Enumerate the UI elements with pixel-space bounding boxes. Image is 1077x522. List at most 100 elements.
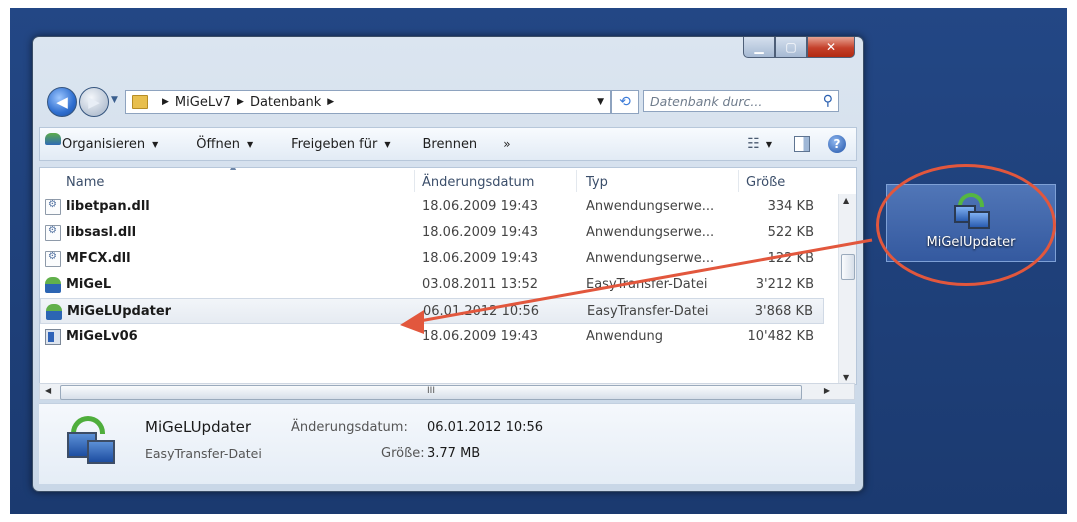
- file-size: 522 KB: [767, 225, 814, 240]
- preview-pane-icon[interactable]: [794, 136, 810, 152]
- recent-pages-dropdown[interactable]: ▼: [111, 95, 118, 105]
- refresh-icon: ⟲: [619, 94, 631, 110]
- column-divider[interactable]: [576, 170, 577, 192]
- file-type: Anwendungserwe...: [586, 199, 715, 214]
- chevron-down-icon: ▼: [384, 139, 391, 149]
- vertical-scrollbar[interactable]: ▲ ▼: [838, 194, 856, 384]
- organize-menu[interactable]: Organisieren ▼: [52, 137, 168, 152]
- folder-icon: [132, 95, 148, 109]
- breadcrumb-migelv7[interactable]: MiGeLv7: [175, 95, 231, 110]
- easytransfer-icon: [45, 277, 61, 293]
- scroll-down-icon[interactable]: ▼: [843, 373, 849, 382]
- column-name[interactable]: Name: [66, 175, 104, 190]
- scroll-right-icon[interactable]: ▶: [824, 386, 830, 395]
- file-size: 122 KB: [767, 251, 814, 266]
- file-name: MiGeLUpdater: [67, 304, 172, 319]
- details-date-label: Änderungsdatum:: [291, 420, 408, 435]
- scroll-left-icon[interactable]: ◀: [45, 386, 51, 395]
- maximize-icon: ▢: [785, 40, 797, 54]
- file-date: 06.01.2012 10:56: [423, 304, 540, 319]
- help-icon[interactable]: ?: [828, 135, 846, 153]
- file-name: MiGeLv06: [66, 329, 138, 344]
- column-type[interactable]: Typ: [586, 175, 608, 190]
- breadcrumb-chevron-icon[interactable]: ▶: [237, 97, 244, 107]
- explorer-window[interactable]: ▁ ▢ ✕ ◀ ▶ ▼ ▶ MiGeLv7 ▶ Datenbank ▶ ▼ ⟲ Da…: [32, 36, 864, 492]
- file-type: EasyTransfer-Datei: [586, 277, 708, 292]
- share-label: Freigeben für: [291, 136, 378, 152]
- forward-arrow-icon: ▶: [88, 93, 100, 111]
- share-menu[interactable]: Freigeben für ▼: [281, 137, 400, 152]
- back-button[interactable]: ◀: [47, 87, 77, 117]
- chevron-down-icon[interactable]: ▼: [766, 140, 772, 149]
- file-size: 3'868 KB: [754, 304, 813, 319]
- minimize-button[interactable]: ▁: [743, 37, 775, 58]
- column-header: ▲ Name Änderungsdatum Typ Größe: [40, 168, 856, 194]
- details-pane: MiGeLUpdater EasyTransfer-Datei Änderung…: [39, 403, 855, 484]
- file-date: 03.08.2011 13:52: [422, 277, 539, 292]
- search-icon[interactable]: ⚲: [823, 93, 833, 109]
- file-row-selected[interactable]: MiGeLUpdater 06.01.2012 10:56 EasyTransf…: [40, 298, 824, 324]
- breadcrumb-chevron-icon[interactable]: ▶: [327, 97, 334, 107]
- more-label: »: [503, 137, 511, 151]
- file-date: 18.06.2009 19:43: [422, 199, 539, 214]
- burn-label: Brennen: [422, 136, 478, 152]
- file-date: 18.06.2009 19:43: [422, 251, 539, 266]
- file-type: Anwendungserwe...: [586, 225, 715, 240]
- details-size-value: 3.77 MB: [427, 446, 481, 461]
- easytransfer-icon: [45, 133, 61, 145]
- file-row[interactable]: libetpan.dll 18.06.2009 19:43 Anwendungs…: [40, 194, 824, 220]
- open-label: Öffnen: [196, 136, 240, 152]
- search-placeholder: Datenbank durc...: [650, 93, 763, 109]
- close-button[interactable]: ✕: [807, 37, 855, 58]
- details-size-label: Größe:: [381, 446, 425, 461]
- file-size: 334 KB: [767, 199, 814, 214]
- file-date: 18.06.2009 19:43: [422, 329, 539, 344]
- scroll-up-icon[interactable]: ▲: [843, 196, 849, 205]
- maximize-button[interactable]: ▢: [775, 37, 807, 58]
- file-size: 3'212 KB: [755, 277, 814, 292]
- close-icon: ✕: [825, 40, 837, 54]
- easytransfer-large-icon: [61, 414, 117, 470]
- file-row[interactable]: libsasl.dll 18.06.2009 19:43 Anwendungse…: [40, 220, 824, 246]
- burn-button[interactable]: Brennen: [412, 137, 487, 152]
- details-file-name: MiGeLUpdater: [145, 418, 252, 436]
- file-type: Anwendung: [586, 329, 663, 344]
- search-box[interactable]: Datenbank durc... ⚲: [643, 90, 839, 112]
- vertical-scroll-thumb[interactable]: [841, 254, 855, 280]
- minimize-icon: ▁: [754, 40, 764, 54]
- file-row[interactable]: MiGeL 03.08.2011 13:52 EasyTransfer-Date…: [40, 272, 824, 298]
- organize-label: Organisieren: [62, 136, 146, 152]
- horizontal-scroll-thumb[interactable]: III: [60, 385, 802, 400]
- navigation-bar: ◀ ▶ ▼ ▶ MiGeLv7 ▶ Datenbank ▶ ▼ ⟲ Datenban…: [45, 87, 853, 117]
- file-list[interactable]: ▲ Name Änderungsdatum Typ Größe libetpan…: [39, 167, 857, 385]
- file-name: libetpan.dll: [66, 199, 150, 214]
- file-row[interactable]: MFCX.dll 18.06.2009 19:43 Anwendungserwe…: [40, 246, 824, 272]
- details-file-type: EasyTransfer-Datei: [145, 446, 262, 461]
- back-arrow-icon: ◀: [56, 93, 68, 111]
- chevron-down-icon: ▼: [246, 139, 254, 149]
- caption-buttons: ▁ ▢ ✕: [743, 37, 855, 58]
- address-bar[interactable]: ▶ MiGeLv7 ▶ Datenbank ▶ ▼: [125, 90, 611, 114]
- breadcrumb-chevron-icon[interactable]: ▶: [162, 97, 169, 107]
- easytransfer-icon: [46, 304, 62, 320]
- more-commands-button[interactable]: »: [493, 137, 520, 151]
- application-icon: [45, 329, 61, 345]
- refresh-button[interactable]: ⟲: [611, 90, 639, 114]
- column-divider[interactable]: [738, 170, 739, 192]
- column-size[interactable]: Größe: [746, 175, 785, 190]
- forward-button[interactable]: ▶: [79, 87, 109, 117]
- open-menu[interactable]: Öffnen ▼: [45, 133, 263, 152]
- breadcrumb-datenbank[interactable]: Datenbank: [250, 95, 321, 110]
- file-type: EasyTransfer-Datei: [587, 304, 709, 319]
- command-bar: Organisieren ▼ Öffnen ▼ Freigeben für ▼ Bre…: [39, 127, 857, 161]
- dll-file-icon: [45, 199, 61, 215]
- file-date: 18.06.2009 19:43: [422, 225, 539, 240]
- chevron-down-icon: ▼: [152, 139, 159, 149]
- change-view-icon[interactable]: ☷: [747, 136, 760, 152]
- file-row[interactable]: MiGeLv06 18.06.2009 19:43 Anwendung 10'4…: [40, 324, 824, 350]
- horizontal-scrollbar[interactable]: ◀ III ▶: [39, 383, 855, 400]
- column-divider[interactable]: [414, 170, 415, 192]
- address-dropdown-icon[interactable]: ▼: [591, 97, 610, 107]
- column-date[interactable]: Änderungsdatum: [422, 175, 534, 190]
- dll-file-icon: [45, 251, 61, 267]
